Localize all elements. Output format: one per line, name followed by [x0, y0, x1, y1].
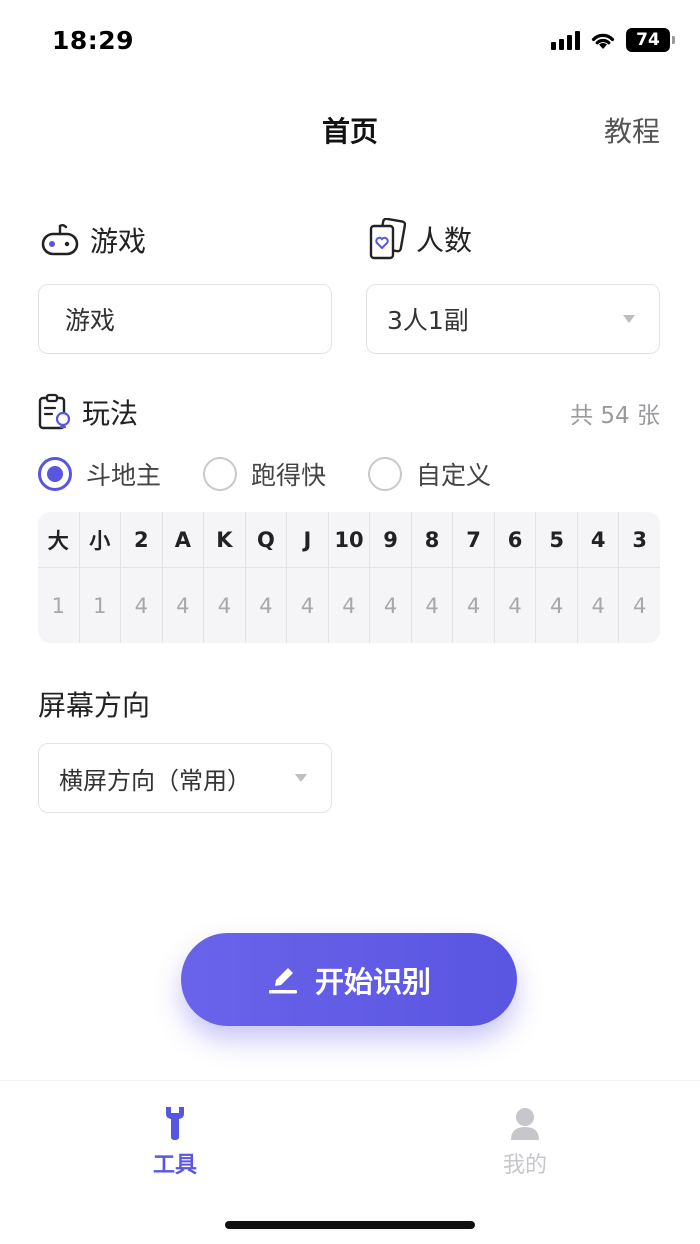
- card-column: 34: [619, 512, 660, 643]
- card-rank: 10: [328, 512, 370, 568]
- card-total-count: 共 54 张: [570, 403, 660, 429]
- tab-tools[interactable]: 工具: [115, 1105, 235, 1179]
- cards-icon: [369, 218, 406, 260]
- card-column: 24: [121, 512, 163, 643]
- card-rank: A: [162, 512, 204, 568]
- radio-paodekuai-circle[interactable]: [203, 457, 238, 491]
- chevron-down-icon: [295, 774, 307, 782]
- rules-label: 玩法: [82, 397, 139, 430]
- game-input[interactable]: 游戏: [38, 284, 332, 354]
- page-title: 首页: [321, 115, 378, 148]
- tutorial-link[interactable]: 教程: [604, 110, 660, 150]
- card-count: 4: [633, 593, 647, 618]
- card-rank: 6: [494, 512, 536, 568]
- battery-level: 74: [636, 30, 660, 50]
- radio-doudizhu-circle[interactable]: [38, 457, 72, 491]
- status-time: 18:29: [52, 26, 135, 55]
- card-column: 64: [494, 512, 537, 643]
- card-column: 大1: [38, 512, 80, 643]
- card-count: 1: [93, 593, 107, 618]
- card-count: 4: [466, 593, 481, 618]
- tab-mine-label: 我的: [502, 1153, 547, 1178]
- card-rank: 4: [577, 512, 619, 568]
- card-column: 小1: [79, 512, 122, 643]
- card-rank: 5: [536, 512, 577, 568]
- players-select-value: 3人1副: [387, 306, 469, 335]
- user-icon: [511, 1108, 539, 1140]
- card-column: Q4: [245, 512, 288, 643]
- card-rank: J: [287, 512, 328, 568]
- players-select[interactable]: 3人1副: [366, 284, 660, 354]
- card-count: 4: [259, 593, 273, 618]
- rules-section-label: 玩法: [38, 392, 138, 432]
- radio-paodekuai[interactable]: 跑得快: [203, 456, 326, 492]
- card-column: 10 4: [328, 512, 371, 643]
- card-count: 4: [134, 593, 149, 618]
- rules-radio-group: 斗地主 跑得快 自定义: [38, 456, 533, 492]
- game-label: 游戏: [90, 225, 147, 258]
- card-rank: 2: [121, 512, 162, 568]
- card-rank: 9: [370, 512, 411, 568]
- players-section-label: 人数: [368, 218, 472, 260]
- card-count: 4: [300, 593, 315, 618]
- card-count: 4: [176, 593, 190, 618]
- card-column: 94: [370, 512, 412, 643]
- game-section-label: 游戏: [40, 220, 146, 260]
- card-column: 54: [536, 512, 578, 643]
- card-rank: 8: [411, 512, 453, 568]
- card-column: 44: [577, 512, 620, 643]
- orientation-select[interactable]: 横屏方向（常用）: [38, 743, 332, 813]
- card-rank: 大: [38, 512, 79, 568]
- orientation-select-value: 横屏方向（常用）: [59, 766, 251, 795]
- card-rank: K: [204, 512, 245, 568]
- tab-bar: 工具 我的: [0, 1080, 700, 1244]
- pencil-icon: [268, 967, 297, 993]
- card-count: 4: [383, 593, 398, 618]
- game-input-value: 游戏: [65, 306, 116, 335]
- card-count: 4: [217, 593, 232, 618]
- players-label: 人数: [416, 224, 473, 257]
- card-count: 4: [549, 593, 564, 618]
- signal-icon: [551, 30, 580, 50]
- card-count: 4: [591, 593, 605, 618]
- gamepad-icon: [41, 224, 79, 256]
- status-icons: 74: [551, 28, 675, 52]
- chevron-down-icon: [623, 315, 635, 323]
- battery-icon: 74: [626, 28, 675, 52]
- card-count-table: 大 1 小 1 2 4 A 4 K 4 Q 4 J 4 10 4 9 4 8 4 7 4 6 4 5 4 4 4 3 4: [38, 512, 660, 643]
- radio-doudizhu[interactable]: 斗地主: [38, 456, 161, 492]
- card-count: 4: [342, 593, 356, 618]
- card-column: 74: [453, 512, 495, 643]
- card-column: 84: [411, 512, 454, 643]
- card-column: A4: [162, 512, 205, 643]
- card-count: 1: [51, 593, 65, 618]
- orientation-label: 屏幕方向: [38, 689, 151, 722]
- clipboard-bulb-icon: [38, 393, 71, 430]
- radio-paodekuai-label: 跑得快: [251, 461, 327, 490]
- radio-doudizhu-label: 斗地主: [86, 461, 162, 490]
- radio-custom-label: 自定义: [416, 461, 492, 490]
- radio-custom[interactable]: 自定义: [368, 456, 491, 492]
- card-rank: 3: [619, 512, 660, 568]
- card-rank: Q: [245, 512, 287, 568]
- start-recognition-label: 开始识别: [314, 964, 431, 999]
- wifi-icon: [591, 33, 615, 49]
- tab-tools-label: 工具: [152, 1153, 197, 1178]
- card-count: 4: [425, 593, 439, 618]
- start-recognition-button[interactable]: 开始识别: [181, 933, 517, 1026]
- card-column: J4: [287, 512, 329, 643]
- status-bar: 18:29 74: [0, 0, 700, 84]
- card-column: K4: [204, 512, 246, 643]
- radio-custom-circle[interactable]: [368, 457, 403, 491]
- card-count: 4: [508, 593, 522, 618]
- card-rank: 小: [79, 512, 121, 568]
- wrench-icon: [166, 1107, 184, 1140]
- home-indicator: [225, 1221, 475, 1229]
- card-rank: 7: [453, 512, 494, 568]
- tab-mine[interactable]: 我的: [465, 1105, 585, 1179]
